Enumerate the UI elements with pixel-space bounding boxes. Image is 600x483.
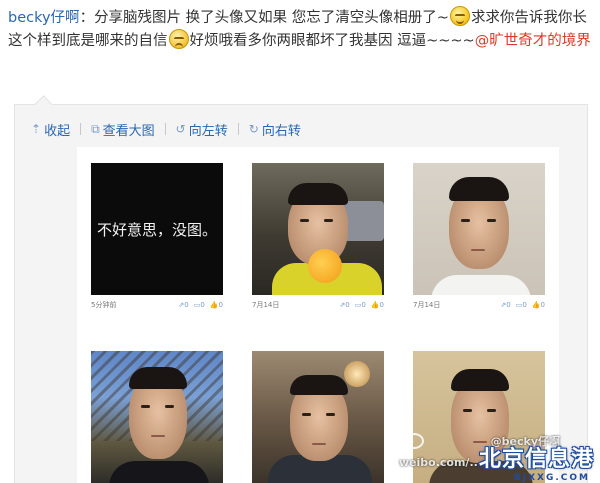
rotate-left-icon: ↺ xyxy=(175,122,186,136)
collapse-label: 收起 xyxy=(44,123,71,139)
photo-meta: 5分钟前 ⇗0 ▭0 👍0 xyxy=(91,295,223,315)
eye xyxy=(461,219,470,222)
photo-portrait[interactable] xyxy=(91,351,223,483)
comment-icon[interactable]: ▭0 xyxy=(355,301,366,309)
photo-date: 7月14日 xyxy=(252,301,280,309)
like-icon[interactable]: 👍0 xyxy=(532,301,545,309)
site-domain-watermark: BJXXG.COM xyxy=(513,473,590,483)
mention-link[interactable]: @旷世奇才的境界 xyxy=(475,33,591,49)
photo-date: 7月14日 xyxy=(413,301,441,309)
forward-icon[interactable]: ⇗0 xyxy=(178,301,188,309)
hair xyxy=(449,177,509,201)
weibo-logo-icon xyxy=(404,433,424,449)
lollipop xyxy=(308,249,342,283)
mouth xyxy=(312,443,326,445)
username-link[interactable]: becky仔啊 xyxy=(8,10,80,26)
photo-stats: ⇗0 ▭0 👍0 xyxy=(178,301,223,309)
photo-portrait[interactable] xyxy=(252,351,384,483)
lamp xyxy=(344,361,370,387)
forward-icon[interactable]: ⇗0 xyxy=(500,301,510,309)
hair xyxy=(290,375,348,395)
photo-stats: ⇗0 ▭0 👍0 xyxy=(339,301,384,309)
toolbar-divider xyxy=(80,123,82,135)
rotate-left-label: 向左转 xyxy=(188,123,228,139)
smile-emoji-icon xyxy=(449,6,470,26)
eye xyxy=(326,413,335,416)
comment-icon[interactable]: ▭0 xyxy=(516,301,527,309)
photo-stats: ⇗0 ▭0 👍0 xyxy=(500,301,545,309)
eye xyxy=(463,409,472,412)
eye xyxy=(300,219,309,222)
album-tile[interactable]: 7月14日 ⇗0 ▭0 👍0 xyxy=(252,163,384,315)
album-tile[interactable]: 7月14日 ⇗0 ▭0 👍0 xyxy=(413,163,545,315)
post-text-part-1: 分享脑残图片 换了头像又如果 您忘了清空头像相册了~ xyxy=(94,10,449,26)
rotate-right-button[interactable]: ↻ 向右转 xyxy=(249,120,301,139)
eye xyxy=(141,405,150,408)
eye xyxy=(324,219,333,222)
toolbar-divider xyxy=(164,123,166,135)
hair xyxy=(129,367,187,389)
comment-icon[interactable]: ▭0 xyxy=(194,301,205,309)
colon: ： xyxy=(79,10,95,26)
weibo-url-watermark: weibo.com/... xyxy=(398,456,482,469)
photo-caption: 不好意思，没图。 xyxy=(96,220,217,239)
collapse-icon: ⇡ xyxy=(31,122,42,136)
like-icon[interactable]: 👍0 xyxy=(371,301,384,309)
like-icon[interactable]: 👍0 xyxy=(210,301,223,309)
media-card: ⇡ 收起 ⧉ 查看大图 ↺ 向左转 ↻ 向右转 不好意思，没图。 5分钟前 ⇗0… xyxy=(14,104,588,483)
view-large-button[interactable]: ⧉ 查看大图 xyxy=(91,120,155,139)
album-tile[interactable] xyxy=(252,351,384,483)
post-text: becky仔啊：分享脑残图片 换了头像又如果 您忘了清空头像相册了~ 求求你告诉我… xyxy=(8,6,598,52)
photo-album-image[interactable]: 不好意思，没图。 5分钟前 ⇗0 ▭0 👍0 7月14日 ⇗0 ▭0 👍0 7月… xyxy=(77,147,559,483)
sad-emoji-icon xyxy=(168,29,189,49)
post-text-part-3: 好烦哦看多你两眼都坏了我基因 逗逼~~~~ xyxy=(189,33,475,49)
album-tile[interactable] xyxy=(91,351,223,483)
eye xyxy=(165,405,174,408)
forward-icon[interactable]: ⇗0 xyxy=(339,301,349,309)
hair xyxy=(288,183,348,205)
mouth xyxy=(151,435,165,437)
hair xyxy=(451,369,509,391)
eye xyxy=(302,413,311,416)
eye xyxy=(487,219,496,222)
rotate-right-label: 向右转 xyxy=(261,123,301,139)
photo-meta: 7月14日 ⇗0 ▭0 👍0 xyxy=(252,295,384,315)
rotate-right-icon: ↻ xyxy=(248,122,259,136)
view-large-label: 查看大图 xyxy=(102,123,155,139)
site-watermark: 北京信息港 xyxy=(478,447,594,472)
album-tile[interactable]: 不好意思，没图。 5分钟前 ⇗0 ▭0 👍0 xyxy=(91,163,223,315)
rotate-left-button[interactable]: ↺ 向左转 xyxy=(176,120,228,139)
eye xyxy=(487,409,496,412)
photo-portrait[interactable] xyxy=(413,163,545,295)
external-link-icon: ⧉ xyxy=(91,121,100,136)
coat xyxy=(109,461,209,483)
photo-meta: 7月14日 ⇗0 ▭0 👍0 xyxy=(413,295,545,315)
shirt xyxy=(431,275,531,295)
toolbar-divider xyxy=(237,123,239,135)
photo-portrait[interactable] xyxy=(252,163,384,295)
mouth xyxy=(471,249,485,251)
photo-no-image[interactable]: 不好意思，没图。 xyxy=(91,163,223,295)
collapse-button[interactable]: ⇡ 收起 xyxy=(31,120,70,139)
media-toolbar: ⇡ 收起 ⧉ 查看大图 ↺ 向左转 ↻ 向右转 xyxy=(31,119,301,139)
photo-date: 5分钟前 xyxy=(91,301,117,309)
